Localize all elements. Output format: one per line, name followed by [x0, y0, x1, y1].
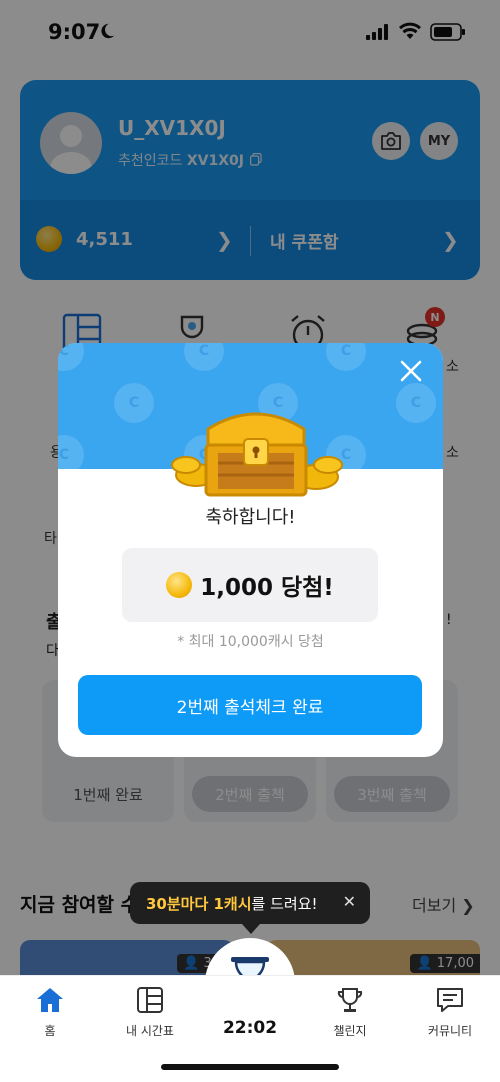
trophy-icon [337, 988, 363, 1012]
treasure-chest-icon [171, 412, 343, 497]
max-reward-note: * 최대 10,000캐시 당첨 [177, 634, 324, 650]
timetable-icon [137, 987, 163, 1013]
tooltip-tail [242, 924, 260, 934]
cash-reward-tooltip: 30분마다 1캐시 를 드려요! ✕ [130, 882, 370, 924]
close-icon[interactable]: ✕ [343, 892, 356, 911]
reward-modal: C C C C C C C C C 축하합니다! 1,000 당첨! * 최대 … [58, 343, 443, 757]
home-indicator [161, 1064, 339, 1070]
bg-coin-pattern: C [58, 343, 84, 371]
chat-bubble-icon [437, 988, 463, 1012]
coin-icon [166, 572, 193, 598]
modal-title: 축하합니다! [205, 507, 296, 528]
bg-coin-pattern: C [184, 343, 224, 371]
tab-home-label: 홈 [44, 1024, 56, 1038]
tab-home[interactable]: 홈 [5, 986, 95, 1039]
tooltip-text: 를 드려요! [251, 894, 318, 913]
bg-coin-pattern: C [396, 383, 436, 423]
home-icon [37, 988, 63, 1012]
tooltip-highlight: 30분마다 1캐시 [146, 894, 252, 913]
prize-amount: 1,000 당첨! [200, 575, 334, 601]
tab-challenge-label: 챌린지 [333, 1024, 367, 1038]
bg-coin-pattern: C [326, 343, 366, 371]
prize-box: 1,000 당첨! [122, 548, 378, 622]
close-icon[interactable] [397, 357, 425, 385]
bg-coin-pattern: C [114, 383, 154, 423]
tab-community[interactable]: 커뮤니티 [405, 986, 495, 1039]
attendance-complete-button[interactable]: 2번째 출석체크 완료 [78, 675, 422, 735]
tab-timetable-label: 내 시간표 [126, 1024, 174, 1038]
tab-community-label: 커뮤니티 [427, 1024, 473, 1038]
tab-challenge[interactable]: 챌린지 [305, 986, 395, 1039]
bg-coin-pattern: C [58, 435, 84, 469]
tab-timetable[interactable]: 내 시간표 [105, 986, 195, 1039]
timer-value: 22:02 [222, 1018, 278, 1038]
